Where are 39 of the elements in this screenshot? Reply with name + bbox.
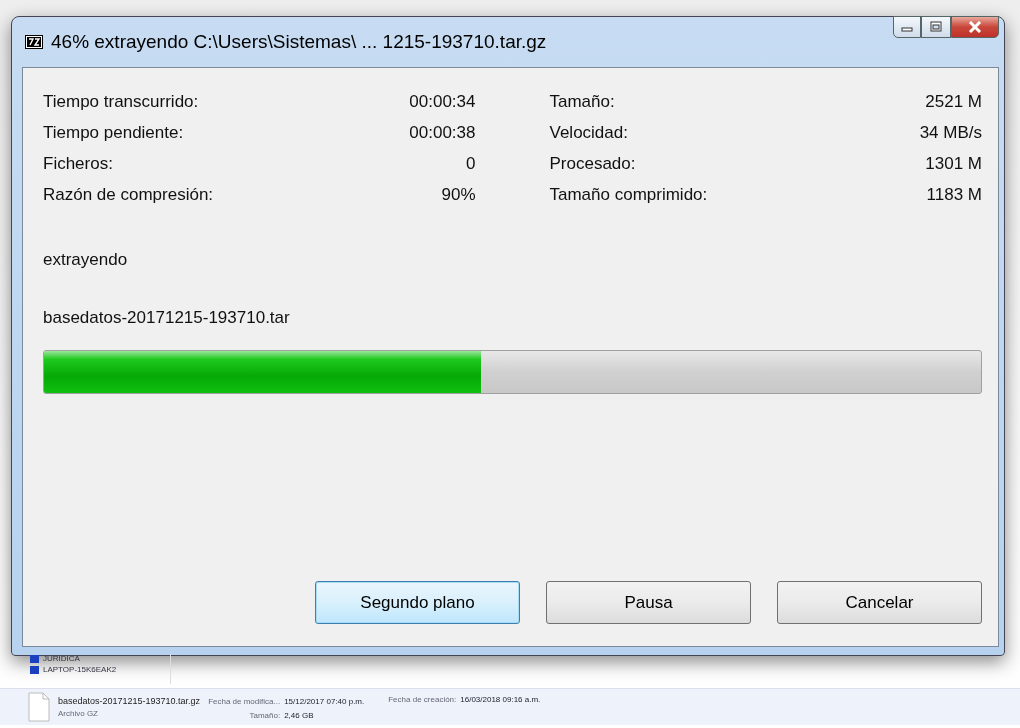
stat-label: Tamaño:: [549, 91, 615, 112]
minimize-button[interactable]: [893, 16, 921, 38]
dialog-button[interactable]: Segundo plano: [315, 581, 520, 624]
dialog-button[interactable]: Pausa: [546, 581, 751, 624]
modified-value: 15/12/2017 07:40 p.m.: [284, 696, 365, 706]
stat-label: Velocidad:: [549, 122, 628, 143]
stat-value: 2521 M: [925, 91, 982, 112]
stat-label: Procesado:: [549, 153, 636, 174]
created-value: 16/03/2018 09:16 a.m.: [460, 695, 541, 704]
stat-value: 00:00:38: [409, 122, 476, 143]
stat-label: Tiempo pendiente:: [43, 122, 184, 143]
stat-value: 34 MB/s: [919, 122, 982, 143]
maximize-icon: [929, 21, 943, 33]
stat-label: Ficheros:: [43, 153, 113, 174]
app-logo-icon: [25, 35, 43, 49]
stat-value: 1183 M: [926, 184, 982, 205]
stat-value: 0: [466, 153, 476, 174]
operation-label: extrayendo: [43, 250, 129, 270]
file-icon: [28, 692, 50, 722]
size-value: 2,46 GB: [284, 710, 315, 720]
file-type: Archivo GZ: [58, 709, 99, 718]
close-icon: [967, 21, 983, 33]
stat-label: Tiempo transcurrido:: [43, 91, 199, 112]
size-label: Tamaño:: [248, 710, 281, 720]
stat-value: 00:00:34: [409, 91, 476, 112]
created-label: Fecha de creación:: [388, 695, 457, 704]
current-file-name: basedatos-20171215-193710.tar: [43, 308, 291, 328]
stat-value: 90%: [441, 184, 476, 205]
close-button[interactable]: [951, 16, 999, 38]
stat-label: Tamaño comprimido:: [549, 184, 708, 205]
modified-label: Fecha de modifica...: [208, 696, 281, 706]
maximize-button[interactable]: [921, 16, 951, 38]
file-name: basedatos-20171215-193710.tar.gz: [58, 696, 201, 706]
stat-value: 1301 M: [925, 153, 982, 174]
window-title: 46% extrayendo C:\Users\Sistemas\ ... 1215-193710.tar.gz: [51, 31, 548, 53]
stat-label: Razón de compresión:: [43, 184, 214, 205]
nav-item[interactable]: LAPTOP-15K6EAK2: [43, 665, 117, 674]
nav-item[interactable]: JURIDICA: [43, 654, 80, 663]
dialog-button[interactable]: Cancelar: [777, 581, 982, 624]
